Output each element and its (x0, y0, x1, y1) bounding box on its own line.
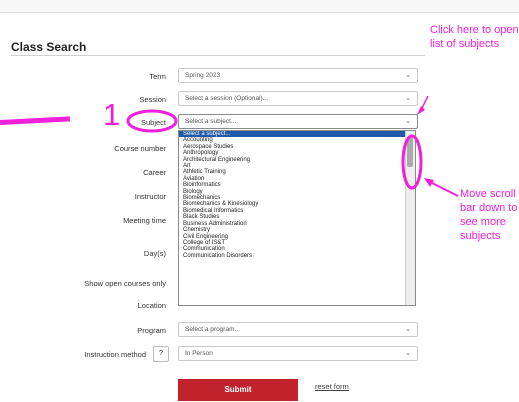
annotation-step-number: 1 (103, 97, 121, 132)
annotation-scroll-oval (401, 134, 423, 190)
annotation-click-arrowhead (417, 106, 425, 115)
annotation-scroll-note: Move scroll bar down to see more subject… (460, 188, 518, 242)
annotation-overlay (126, 95, 459, 197)
annotation-subject-circle (126, 109, 178, 133)
annotation-click-note: Click here to open list of subjects (430, 24, 519, 50)
annotation-scroll-arrowhead (424, 178, 434, 187)
